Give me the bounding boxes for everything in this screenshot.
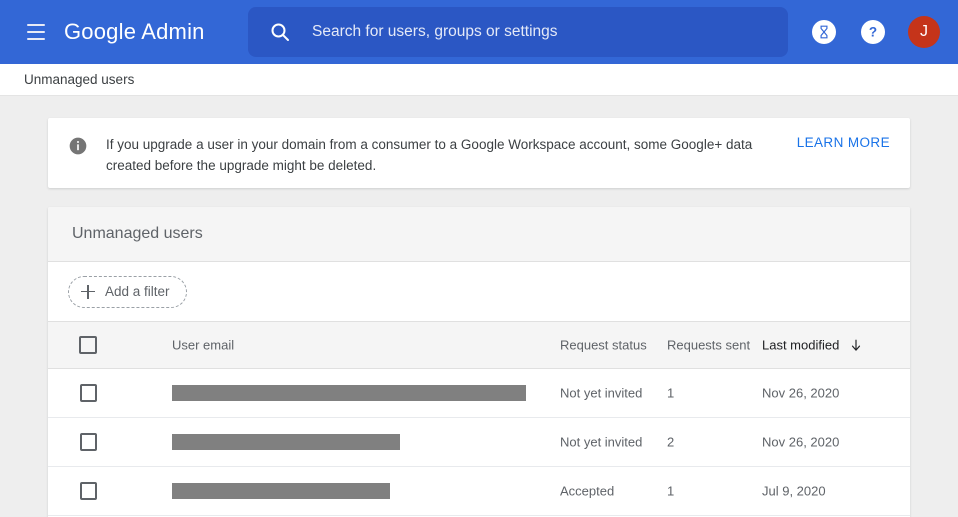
add-filter-button[interactable]: Add a filter [68, 276, 187, 308]
global-search-box[interactable] [248, 7, 788, 57]
cell-request-status: Not yet invited [560, 386, 642, 401]
cell-request-status: Not yet invited [560, 435, 642, 450]
select-all-checkbox[interactable] [79, 336, 97, 354]
column-header-last-modified[interactable]: Last modified [762, 338, 863, 353]
redacted-email-bar [172, 434, 400, 450]
search-input[interactable] [312, 23, 752, 41]
top-app-bar: Google Admin ? J [0, 0, 958, 64]
add-filter-label: Add a filter [105, 284, 170, 299]
cell-requests-sent: 2 [667, 435, 674, 450]
unmanaged-users-card: Unmanaged users Add a filter User email … [48, 207, 910, 517]
redacted-email-bar [172, 483, 390, 499]
cell-last-modified: Nov 26, 2020 [762, 386, 839, 401]
cell-last-modified: Jul 9, 2020 [762, 484, 826, 499]
cell-user-email [172, 483, 390, 499]
card-header: Unmanaged users [48, 207, 910, 262]
cell-user-email [172, 434, 400, 450]
column-header-last-modified-label: Last modified [762, 338, 839, 353]
card-title: Unmanaged users [72, 225, 203, 243]
table-row[interactable]: Not yet invited 1 Nov 26, 2020 [48, 369, 910, 418]
table-row[interactable]: Accepted 1 Jul 9, 2020 [48, 467, 910, 516]
search-icon [268, 20, 292, 44]
question-mark-glyph: ? [864, 23, 882, 41]
redacted-email-bar [172, 385, 526, 401]
row-checkbox[interactable] [80, 384, 97, 402]
cell-request-status: Accepted [560, 484, 614, 499]
plus-icon [81, 285, 95, 299]
cell-user-email [172, 385, 526, 401]
info-banner-text: If you upgrade a user in your domain fro… [106, 134, 777, 176]
row-checkbox[interactable] [80, 482, 97, 500]
cell-requests-sent: 1 [667, 484, 674, 499]
filter-toolbar: Add a filter [48, 262, 910, 321]
breadcrumb: Unmanaged users [0, 64, 958, 96]
user-avatar[interactable]: J [908, 16, 940, 48]
table-header-row: User email Request status Requests sent … [48, 321, 910, 369]
row-checkbox[interactable] [80, 433, 97, 451]
info-banner: If you upgrade a user in your domain fro… [48, 118, 910, 188]
svg-text:?: ? [869, 25, 877, 40]
app-title: Google Admin [64, 19, 205, 45]
cell-last-modified: Nov 26, 2020 [762, 435, 839, 450]
table-row[interactable]: Not yet invited 2 Nov 26, 2020 [48, 418, 910, 467]
arrow-down-icon [849, 338, 863, 352]
info-icon [68, 136, 88, 156]
learn-more-link[interactable]: LEARN MORE [797, 135, 890, 150]
cell-requests-sent: 1 [667, 386, 674, 401]
column-header-requests-sent[interactable]: Requests sent [667, 338, 750, 353]
breadcrumb-item-unmanaged-users[interactable]: Unmanaged users [24, 72, 134, 87]
hamburger-line [27, 38, 45, 40]
hamburger-menu-icon[interactable] [12, 8, 60, 56]
hourglass-icon[interactable] [812, 20, 836, 44]
hamburger-line [27, 24, 45, 26]
hamburger-line [27, 31, 45, 33]
column-header-user-email[interactable]: User email [172, 338, 234, 353]
hourglass-glyph [817, 25, 831, 39]
column-header-request-status[interactable]: Request status [560, 338, 647, 353]
help-question-icon[interactable]: ? [861, 20, 885, 44]
page-content: If you upgrade a user in your domain fro… [0, 97, 958, 517]
